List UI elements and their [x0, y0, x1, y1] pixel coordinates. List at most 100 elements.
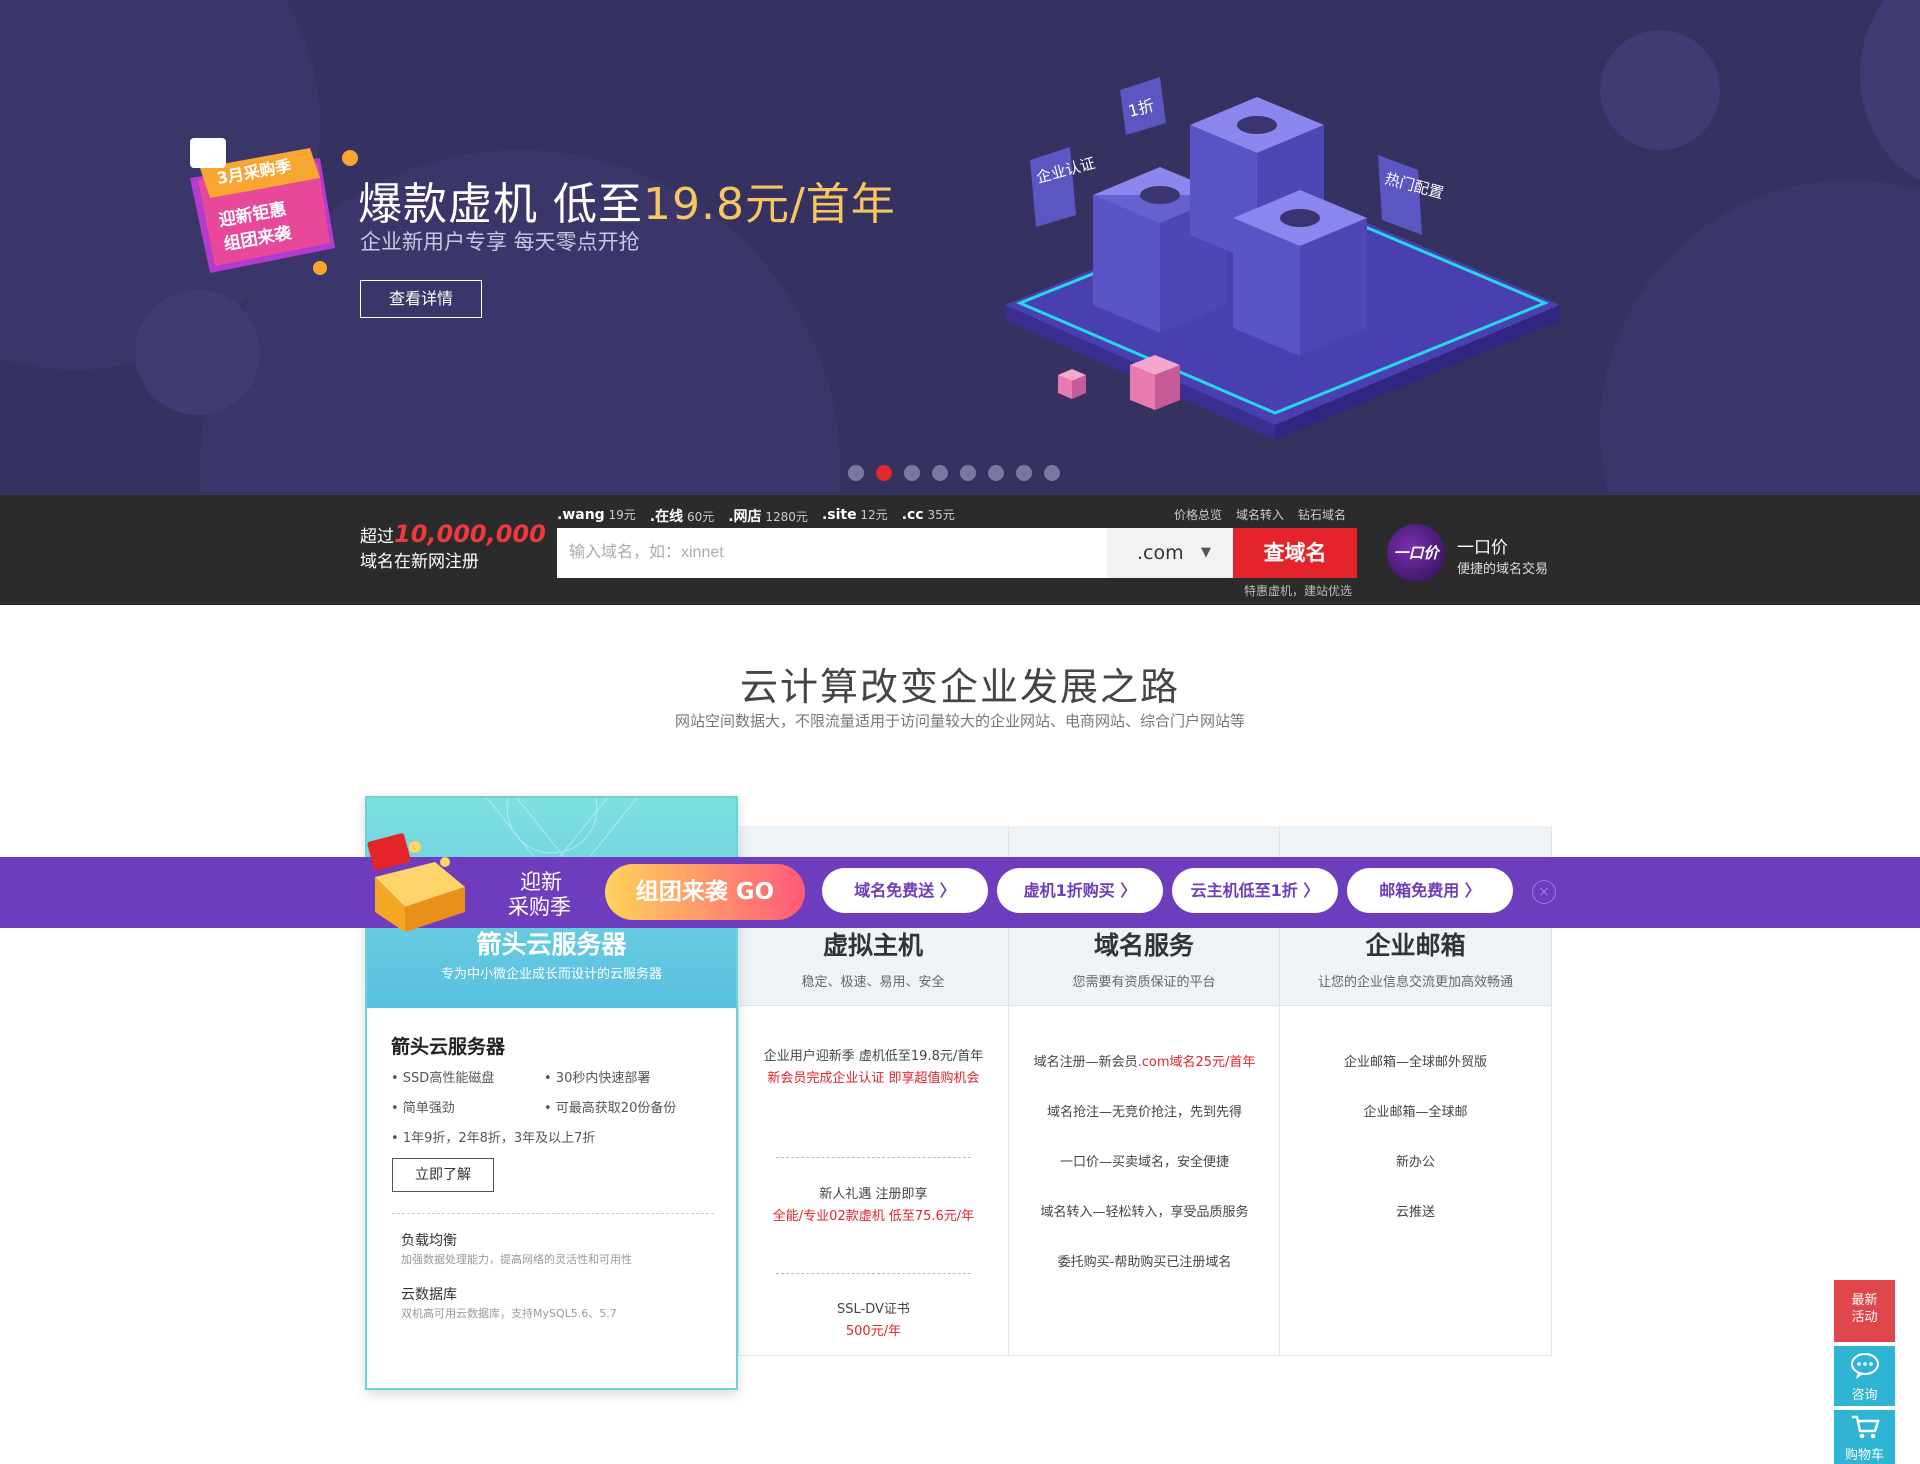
hero-banner: 3月采购季 迎新钜惠 组团来袭 爆款虚机 低至19.8元/首年 企业新用户专享 …	[0, 0, 1920, 495]
hero-title-main: 爆款虚机 低至	[358, 179, 643, 230]
list-item[interactable]: 一口价—买卖域名，安全便捷	[1025, 1152, 1264, 1174]
carousel-dot[interactable]	[876, 465, 892, 481]
item-text: SSL-DV证书	[837, 1302, 910, 1317]
item-promo: 500元/年	[845, 1324, 902, 1339]
carousel-dot[interactable]	[1044, 465, 1060, 481]
yikou-title[interactable]: 一口价	[1457, 533, 1508, 558]
tld-price-item[interactable]: .cc 35元	[902, 506, 955, 526]
featured-product-name: 箭头云服务器	[391, 1036, 506, 1058]
item-promo: .com域名25元/首年	[1137, 1055, 1256, 1070]
load-balance-title[interactable]: 负载均衡	[401, 1230, 457, 1250]
count-prefix: 超过	[360, 527, 394, 547]
list-item[interactable]: 域名转入—轻松转入，享受品质服务	[1025, 1202, 1264, 1224]
tld-price-item[interactable]: .网店 1280元	[728, 506, 808, 526]
item-promo: 新会员完成企业认证 即享超值购机会	[767, 1071, 980, 1086]
tld-select[interactable]: .com ▼	[1107, 528, 1233, 578]
divider	[392, 1213, 714, 1214]
tld-price-item[interactable]: .site 12元	[822, 506, 888, 526]
yikou-logo[interactable]: 一口价	[1387, 524, 1445, 582]
hero-title-price: 19.8元/首年	[643, 179, 896, 230]
chat-icon	[1850, 1353, 1879, 1379]
feature-bullet: • SSD高性能磁盘	[391, 1071, 495, 1086]
item-text: 新人礼遇 注册即享	[819, 1187, 928, 1202]
tld-price: 35元	[927, 508, 955, 522]
carousel-dot[interactable]	[960, 465, 976, 481]
side-latest-activity[interactable]: 最新活动	[1834, 1280, 1895, 1342]
list-item[interactable]: 域名抢注—无竞价抢注，先到先得	[1025, 1102, 1264, 1124]
col-subtitle: 您需要有资质保证的平台	[1072, 975, 1216, 990]
search-domain-button[interactable]: 查域名	[1233, 528, 1357, 578]
list-item[interactable]: 云推送	[1296, 1202, 1535, 1224]
pill-mail-free[interactable]: 邮箱免费用 〉	[1347, 868, 1513, 913]
feature-bullet: • 简单强劲	[391, 1101, 455, 1116]
tld-price: 1280元	[765, 510, 808, 524]
col-subtitle: 稳定、极速、易用、安全	[801, 975, 945, 990]
col-title: 域名服务	[1093, 931, 1194, 960]
list-item[interactable]: 新办公	[1296, 1152, 1535, 1174]
tld-price: 19元	[608, 508, 636, 522]
view-details-button[interactable]: 查看详情	[360, 280, 482, 318]
list-item[interactable]: 企业邮箱—全球邮	[1296, 1102, 1535, 1124]
close-icon[interactable]: ×	[1532, 880, 1556, 904]
pill-vhost-discount[interactable]: 虚机1折购买 〉	[997, 868, 1163, 913]
bg-circle	[1860, 0, 1920, 190]
hero-subtitle: 企业新用户专享 每天零点开抢	[360, 230, 640, 254]
pill-domain-free[interactable]: 域名免费送 〉	[822, 868, 988, 913]
banner-text-2: 采购季	[508, 895, 571, 919]
tld-price: 60元	[686, 510, 715, 524]
bg-circle	[135, 290, 260, 415]
bg-circle	[1600, 180, 1920, 495]
banner-go-button[interactable]: 组团来袭 GO	[605, 864, 805, 920]
side-consult[interactable]: 咨询	[1834, 1346, 1895, 1406]
domain-link[interactable]: 域名转入	[1236, 506, 1284, 523]
domain-link[interactable]: 钻石域名	[1298, 506, 1346, 523]
list-item[interactable]: 委托购买-帮助购买已注册域名	[1025, 1252, 1264, 1274]
carousel-dot[interactable]	[932, 465, 948, 481]
promo-badge-icon: 3月采购季 迎新钜惠 组团来袭	[190, 138, 358, 275]
list-item[interactable]: SSL-DV证书 500元/年	[754, 1299, 993, 1343]
section-subtitle: 网站空间数据大，不限流量适用于访问量较大的企业网站、电商网站、综合门户网站等	[674, 712, 1245, 730]
cloud-db-title[interactable]: 云数据库	[401, 1284, 457, 1304]
list-item[interactable]: 企业邮箱—全球邮外贸版	[1296, 1052, 1535, 1074]
list-item[interactable]: 企业用户迎新季 虚机低至19.8元/首年 新会员完成企业认证 即享超值购机会	[754, 1046, 993, 1090]
domain-count: 超过10,000,000	[360, 520, 546, 548]
gift-box-icon	[367, 833, 465, 932]
carousel-dot[interactable]	[1016, 465, 1032, 481]
tld-name: .网店	[728, 509, 762, 525]
carousel-dot[interactable]	[988, 465, 1004, 481]
load-balance-desc: 加强数据处理能力，提高网络的灵活性和可用性	[401, 1253, 632, 1266]
item-text: 域名注册—新会员	[1033, 1055, 1138, 1070]
cloud-db-desc: 双机高可用云数据库，支持MySQL5.6、5.7	[401, 1307, 617, 1320]
tld-price-item[interactable]: .在线 60元	[650, 506, 714, 526]
chevron-down-icon: ▼	[1201, 545, 1211, 560]
feature-bullet: • 30秒内快速部署	[544, 1071, 651, 1086]
server-illustration-icon: 1折 企业认证 热门配置	[1005, 77, 1560, 440]
tld-name: .wang	[557, 507, 605, 523]
feature-promo: • 1年9折，2年8折，3年及以上7折	[391, 1131, 596, 1146]
list-item[interactable]: 域名注册—新会员.com域名25元/首年	[1025, 1052, 1264, 1074]
divider	[776, 1157, 971, 1158]
carousel-dot[interactable]	[904, 465, 920, 481]
domain-links: 价格总览 域名转入 钻石域名	[1174, 506, 1346, 523]
tld-name: .site	[821, 507, 857, 523]
domain-link[interactable]: 价格总览	[1174, 506, 1222, 523]
carousel-dots	[848, 465, 1060, 481]
count-number: 10,000,000	[394, 520, 546, 548]
hero-title: 爆款虚机 低至19.8元/首年	[358, 168, 896, 232]
item-promo: 全能/专业02款虚机 低至75.6元/年	[772, 1209, 975, 1224]
list-item[interactable]: 新人礼遇 注册即享全能/专业02款虚机 低至75.6元/年	[754, 1184, 993, 1228]
featured-subtitle: 专为中小微企业成长而设计的云服务器	[440, 967, 662, 982]
domain-search-input[interactable]	[557, 528, 1107, 578]
cart-icon	[1851, 1415, 1880, 1439]
side-cart-label: 购物车	[1844, 1448, 1884, 1463]
tld-price-item[interactable]: .wang 19元	[557, 506, 636, 526]
learn-more-button[interactable]: 立即了解	[392, 1158, 494, 1192]
feature-bullet: • 可最高获取20份备份	[544, 1101, 677, 1116]
col-title: 虚拟主机	[822, 931, 923, 960]
pill-cloud-discount[interactable]: 云主机低至1折 〉	[1172, 868, 1338, 913]
side-cart[interactable]: 购物车	[1834, 1410, 1895, 1464]
domain-note[interactable]: 特惠虚机，建站优选	[1244, 582, 1352, 599]
carousel-dot[interactable]	[848, 465, 864, 481]
section-title: 云计算改变企业发展之路	[739, 665, 1180, 709]
tld-price-list: .wang 19元 .在线 60元 .网店 1280元 .site 12元 .cc 35…	[557, 506, 955, 526]
